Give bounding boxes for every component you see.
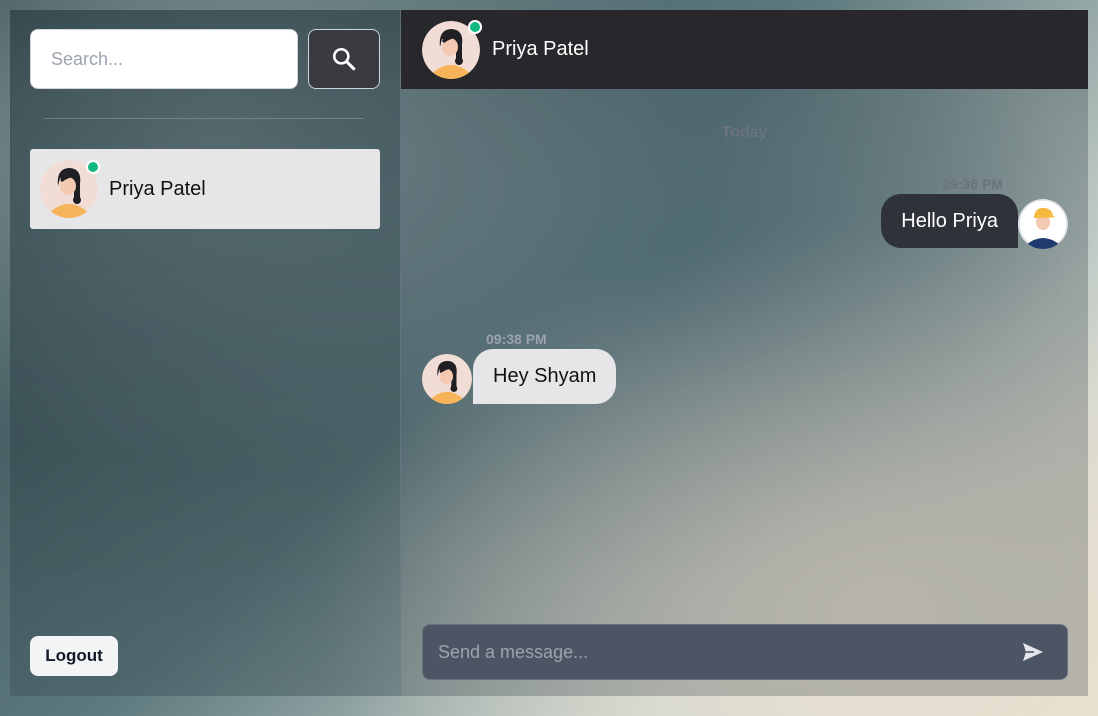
- conversation-name: Priya Patel: [109, 177, 206, 200]
- avatar: [40, 160, 100, 218]
- day-separator: Today: [721, 279, 768, 296]
- sender-avatar: [422, 354, 472, 404]
- message-input[interactable]: [423, 625, 1013, 679]
- female-avatar-icon: [422, 354, 472, 404]
- search-icon: [332, 47, 356, 71]
- sender-avatar: [1018, 199, 1068, 249]
- chat-partner-name: Priya Patel: [492, 38, 589, 60]
- incoming-message: Hey Shyam: [473, 349, 617, 404]
- online-status-dot: [468, 19, 482, 34]
- chat-panel: Priya Patel Today 09:36 PM Hello Priya T…: [401, 10, 1088, 696]
- send-button[interactable]: [1013, 632, 1053, 672]
- search-button[interactable]: [308, 29, 380, 89]
- chat-app: Priya Patel Logout Priya Patel Today 09:…: [10, 10, 1088, 696]
- online-status-dot: [86, 160, 100, 174]
- outgoing-message: Hello Priya: [881, 194, 1018, 248]
- sidebar-divider: [44, 118, 364, 119]
- conversation-item[interactable]: Priya Patel: [30, 149, 380, 229]
- message-composer: [422, 624, 1068, 680]
- search-input[interactable]: [30, 29, 298, 89]
- search-row: [30, 29, 380, 89]
- male-avatar-icon: [1018, 199, 1068, 249]
- send-icon: [1023, 643, 1043, 661]
- header-avatar: [422, 19, 482, 79]
- logout-button[interactable]: Logout: [30, 636, 118, 676]
- message-time: 09:38 PM: [486, 331, 547, 347]
- message-time: 09:36 PM: [942, 176, 1003, 192]
- day-separator: Today: [721, 124, 768, 141]
- sidebar: Priya Patel Logout: [10, 10, 401, 696]
- chat-header: Priya Patel: [401, 10, 1088, 89]
